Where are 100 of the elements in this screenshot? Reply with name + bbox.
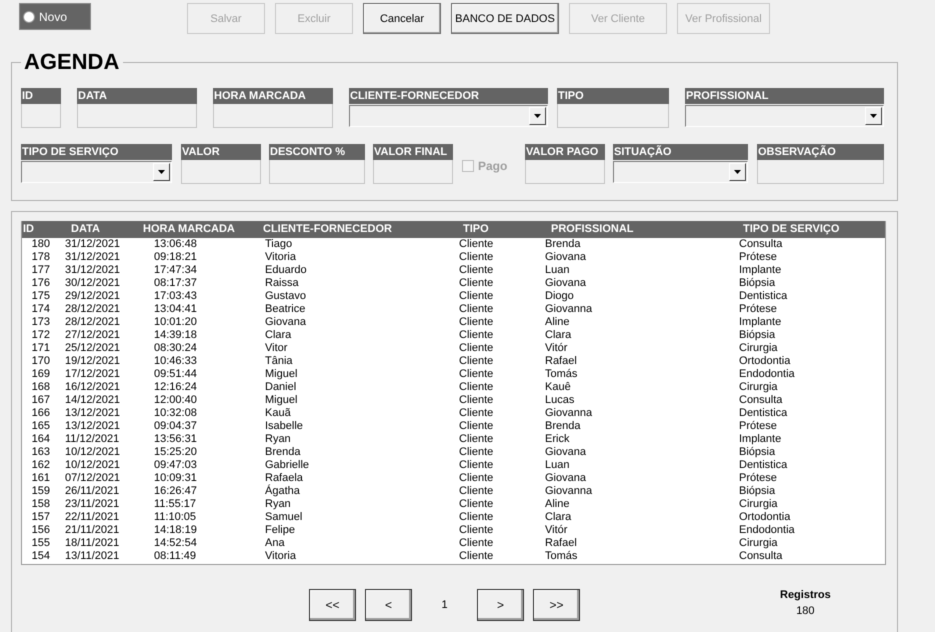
table-cell-text: 169: [30, 368, 51, 381]
table-cell-text: Clara: [264, 329, 292, 342]
table-cell-text: 28/12/2021: [64, 303, 122, 316]
table-cell-text: 16/12/2021: [64, 381, 122, 394]
table-cell-text: 27/12/2021: [64, 329, 122, 342]
table-cell-text: 154: [30, 550, 51, 563]
input-field[interactable]: [525, 160, 605, 184]
table-cell-text: Implante: [738, 316, 782, 329]
table-cell-text: 176: [30, 277, 51, 290]
table-cell-text: Cliente: [458, 433, 494, 446]
checkbox-label: Pago: [478, 159, 508, 173]
table-cell-text: 10:01:20: [153, 316, 198, 329]
table-cell-text: Tiago: [264, 238, 294, 251]
toolbar-button[interactable]: Cancelar: [363, 3, 441, 34]
table-cell-text: Tomás: [544, 368, 578, 381]
table-cell-text: 21/11/2021: [64, 524, 120, 537]
table-cell-text: Consulta: [738, 238, 784, 251]
table-cell-text: 173: [30, 316, 51, 329]
table-cell-text: 168: [30, 381, 51, 394]
table-cell-text: Biópsia: [738, 277, 776, 290]
table-cell-text: Endodontia: [738, 368, 796, 381]
table-cell-text: 177: [30, 264, 51, 277]
table-cell-text: Aline: [544, 498, 570, 511]
table-cell-text: Biópsia: [738, 329, 776, 342]
table-cell-text: 31/12/2021: [64, 238, 122, 251]
table-cell-text: Luan: [544, 459, 570, 472]
table-cell-text: Ryan: [264, 498, 292, 511]
table-cell-text: 25/12/2021: [64, 342, 122, 355]
table-cell-text: Giovanna: [544, 407, 594, 420]
table-cell-text: Cliente: [458, 368, 494, 381]
input-field[interactable]: [181, 160, 261, 184]
novo-radio-option[interactable]: Novo: [19, 3, 91, 30]
table-cell-text: 175: [30, 290, 51, 303]
records-count: 180: [796, 605, 815, 617]
column-header: ID: [22, 222, 35, 237]
table-cell-text: Brenda: [544, 420, 582, 433]
field-label: OBSERVAÇÃO: [757, 144, 884, 160]
column-header: TIPO DE SERVIÇO: [742, 222, 840, 237]
toolbar-button[interactable]: BANCO DE DADOS: [451, 3, 559, 34]
input-field[interactable]: [373, 160, 453, 184]
table-cell-text: Cliente: [458, 251, 494, 264]
table-cell-text: Samuel: [264, 511, 304, 524]
table-cell-text: Vitór: [544, 524, 568, 537]
table-cell-text: Biópsia: [738, 446, 776, 459]
table-cell-text: 18/11/2021: [64, 537, 120, 550]
field-label: DATA: [77, 88, 197, 104]
input-field[interactable]: [557, 104, 669, 128]
field-label: ID: [21, 88, 61, 104]
input-field[interactable]: [757, 160, 884, 184]
dropdown-arrow-icon: [734, 170, 741, 174]
records-label: Registros: [780, 589, 831, 601]
table-cell-text: Clara: [544, 511, 572, 524]
table-cell-text: Cliente: [458, 329, 494, 342]
table-cell-text: Aline: [544, 316, 570, 329]
table-cell-text: 156: [30, 524, 51, 537]
input-field[interactable]: [77, 104, 197, 128]
table-cell-text: 164: [30, 433, 51, 446]
first-page-button[interactable]: <<: [309, 589, 356, 621]
dropdown-field[interactable]: [685, 105, 884, 127]
field-label: HORA MARCADA: [213, 88, 333, 104]
input-field[interactable]: [269, 160, 365, 184]
table-cell-text: Rafael: [544, 537, 578, 550]
table-cell-text: Eduardo: [264, 264, 308, 277]
table-cell-text: 31/12/2021: [64, 251, 122, 264]
field-label: SITUAÇÃO: [613, 144, 748, 160]
table-cell-text: Cliente: [458, 316, 494, 329]
table-cell-text: 13/12/2021: [64, 407, 122, 420]
table-cell-text: Felipe: [264, 524, 296, 537]
table-cell-text: Cliente: [458, 446, 494, 459]
table-cell-text: Giovana: [544, 277, 587, 290]
table-cell-text: Daniel: [264, 381, 298, 394]
table-cell-text: 13:04:41: [153, 303, 198, 316]
table-cell-text: Brenda: [264, 446, 302, 459]
table-cell-text: Clara: [544, 329, 572, 342]
table-cell-text: 09:04:37: [153, 420, 198, 433]
table-cell-text: Ryan: [264, 433, 292, 446]
dropdown-field[interactable]: [21, 161, 172, 183]
table-cell-text: Erick: [544, 433, 570, 446]
table-cell-text: Cliente: [458, 511, 494, 524]
table-cell-text: 12:00:40: [153, 394, 198, 407]
table-cell-text: 10:09:31: [153, 472, 198, 485]
table-cell-text: 14:18:19: [153, 524, 198, 537]
last-page-button[interactable]: >>: [533, 589, 580, 621]
previous-page-button[interactable]: <: [365, 589, 412, 621]
table-cell-text: Tomás: [544, 550, 578, 563]
table-cell-text: 13/12/2021: [64, 420, 122, 433]
next-page-button[interactable]: >: [477, 589, 524, 621]
table-cell-text: Cliente: [458, 420, 494, 433]
table-cell-text: Endodontia: [738, 524, 796, 537]
table-cell-text: Giovanna: [544, 303, 594, 316]
field-label: PROFISSIONAL: [685, 88, 884, 104]
table-cell-text: 17/12/2021: [64, 368, 122, 381]
field-label: TIPO: [557, 88, 669, 104]
table-cell-text: Cliente: [458, 381, 494, 394]
dropdown-field[interactable]: [349, 105, 548, 127]
table-cell-text: 16:26:47: [153, 485, 198, 498]
table-cell-text: 07/12/2021: [64, 472, 122, 485]
input-field[interactable]: [21, 104, 61, 128]
input-field[interactable]: [213, 104, 333, 128]
dropdown-field[interactable]: [613, 161, 748, 183]
